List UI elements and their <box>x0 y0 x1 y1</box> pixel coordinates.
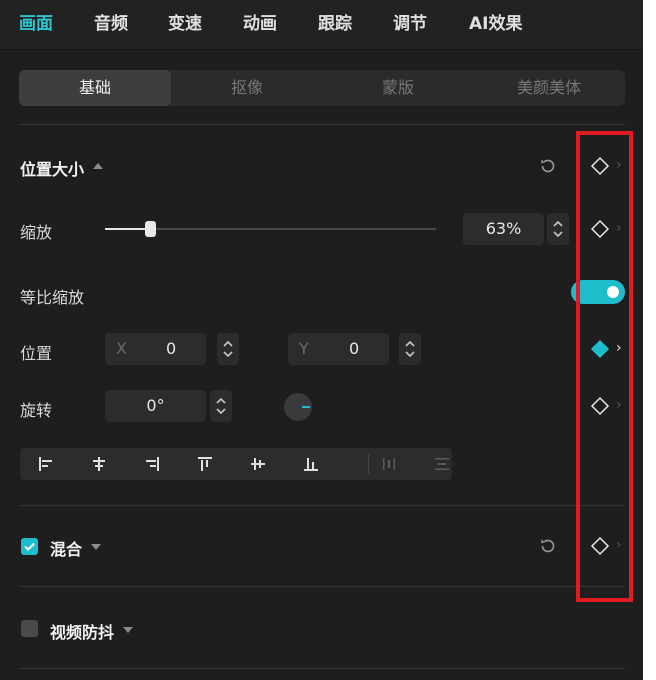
keyframe-diamond-filled-icon[interactable] <box>590 339 610 359</box>
position-y-value: 0 <box>349 339 360 358</box>
align-center-horizontal-icon <box>93 457 105 471</box>
stepper-icon <box>216 397 226 415</box>
align-top-icon <box>198 457 212 471</box>
expand-caret-icon[interactable] <box>91 544 101 550</box>
rotation-dial[interactable] <box>284 393 312 421</box>
position-y-stepper[interactable] <box>399 333 421 365</box>
tab-adjust[interactable]: 调节 <box>393 9 427 34</box>
rotation-input[interactable]: 0° <box>105 390 206 422</box>
subtab-mask[interactable]: 蒙版 <box>322 70 474 106</box>
section-title-blend[interactable]: 混合 <box>50 536 82 560</box>
window-edge <box>643 0 656 680</box>
collapse-caret-icon[interactable] <box>93 163 103 169</box>
tab-picture[interactable]: 画面 <box>19 9 53 34</box>
rotation-label: 旋转 <box>20 401 53 420</box>
tab-audio[interactable]: 音频 <box>94 9 128 34</box>
align-left-icon <box>39 457 52 471</box>
section-title-position-size[interactable]: 位置大小 <box>20 156 84 180</box>
reset-icon[interactable] <box>538 536 558 556</box>
keyframe-diamond-icon[interactable] <box>590 219 610 239</box>
scale-input[interactable]: 63% <box>463 213 544 245</box>
scale-label: 缩放 <box>20 223 53 242</box>
check-icon <box>24 542 35 551</box>
sub-tab-bar: 基础 抠像 蒙版 美颜美体 <box>19 70 625 106</box>
chevron-right-icon: › <box>616 340 622 356</box>
reset-icon[interactable] <box>538 156 558 176</box>
position-label: 位置 <box>20 344 53 363</box>
uniform-scale-label: 等比缩放 <box>20 288 85 307</box>
chevron-right-icon: › <box>616 157 622 173</box>
chevron-right-icon: › <box>616 537 622 553</box>
top-tab-bar: 画面 音频 变速 动画 跟踪 调节 AI效果 <box>0 0 643 50</box>
properties-panel: 画面 音频 变速 动画 跟踪 调节 AI效果 基础 抠像 蒙版 美颜美体 位置大… <box>0 0 643 680</box>
position-y-input[interactable]: Y 0 <box>288 333 389 365</box>
chevron-right-icon: › <box>616 220 622 236</box>
align-bottom-button[interactable] <box>285 448 337 480</box>
align-right-button[interactable] <box>126 448 178 480</box>
tab-ai-effects[interactable]: AI效果 <box>469 9 522 34</box>
scale-slider-thumb[interactable] <box>144 221 156 237</box>
align-center-vertical-button[interactable] <box>232 448 284 480</box>
align-left-button[interactable] <box>20 448 72 480</box>
blend-checkbox[interactable] <box>21 538 38 555</box>
stabilize-checkbox[interactable] <box>21 620 38 637</box>
scale-stepper[interactable] <box>547 213 569 245</box>
distribute-horizontal-icon <box>383 458 395 470</box>
position-x-stepper[interactable] <box>217 333 239 365</box>
tab-speed[interactable]: 变速 <box>168 9 202 34</box>
align-top-button[interactable] <box>179 448 231 480</box>
divider <box>19 505 625 506</box>
toggle-knob <box>607 286 619 298</box>
tab-animation[interactable]: 动画 <box>243 9 277 34</box>
subtab-basic[interactable]: 基础 <box>19 70 171 106</box>
section-title-stabilize[interactable]: 视频防抖 <box>50 619 114 643</box>
tab-tracking[interactable]: 跟踪 <box>318 9 352 34</box>
expand-caret-icon[interactable] <box>123 627 133 633</box>
keyframe-diamond-icon[interactable] <box>590 156 610 176</box>
scale-value: 63% <box>485 219 522 238</box>
dial-indicator <box>302 406 310 408</box>
divider <box>19 124 625 125</box>
keyframe-diamond-icon[interactable] <box>590 536 610 556</box>
stepper-icon <box>553 220 563 238</box>
scale-slider-fill <box>105 228 150 230</box>
distribute-vertical-button[interactable] <box>416 448 468 480</box>
chevron-right-icon: › <box>616 397 622 413</box>
keyframe-diamond-icon[interactable] <box>590 396 610 416</box>
rotation-stepper[interactable] <box>210 390 232 422</box>
distribute-vertical-icon <box>435 458 449 470</box>
align-bottom-icon <box>304 458 318 471</box>
position-x-input[interactable]: X 0 <box>105 333 206 365</box>
align-right-icon <box>146 457 159 471</box>
stepper-icon <box>223 340 233 358</box>
divider <box>19 668 625 669</box>
subtab-cutout[interactable]: 抠像 <box>171 70 323 106</box>
align-center-vertical-icon <box>251 458 265 470</box>
uniform-scale-toggle[interactable] <box>571 280 625 304</box>
distribute-horizontal-button[interactable] <box>363 448 415 480</box>
alignment-toolbar <box>20 448 452 480</box>
rotation-value: 0° <box>146 396 165 415</box>
position-x-value: 0 <box>166 339 177 358</box>
divider <box>19 586 625 587</box>
x-axis-label: X <box>116 339 127 358</box>
stepper-icon <box>405 340 415 358</box>
align-center-horizontal-button[interactable] <box>73 448 125 480</box>
subtab-beauty[interactable]: 美颜美体 <box>473 70 625 106</box>
y-axis-label: Y <box>299 339 309 358</box>
